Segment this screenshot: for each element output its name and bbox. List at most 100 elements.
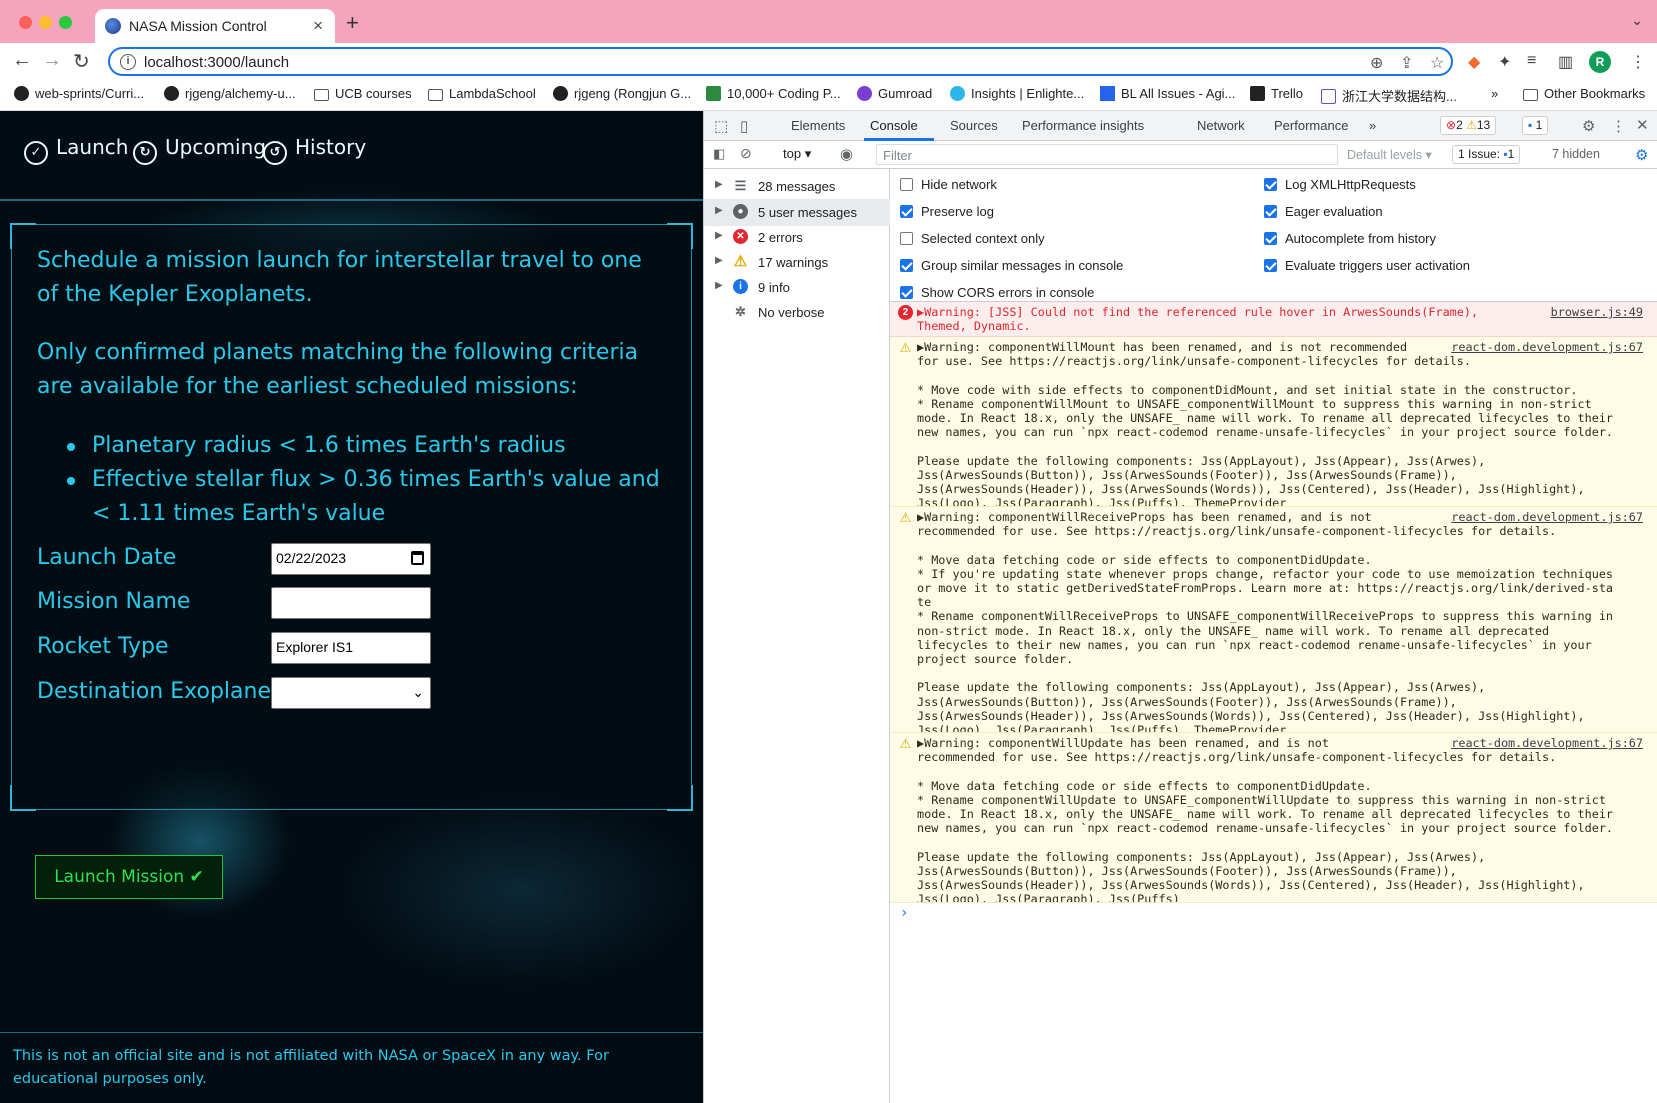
bookmarks-overflow-button[interactable]: » xyxy=(1491,86,1498,101)
nav-history[interactable]: ↺ History xyxy=(263,135,366,165)
calendar-icon[interactable] xyxy=(411,551,424,565)
tab-sources[interactable]: Sources xyxy=(950,118,998,133)
expand-arrow-icon[interactable]: ▶ xyxy=(715,230,723,241)
launch-mission-button[interactable]: Launch Mission ✔ xyxy=(35,855,223,899)
site-info-icon[interactable]: i xyxy=(120,54,136,70)
log-xhr-option[interactable]: Log XMLHttpRequests xyxy=(1264,177,1416,192)
sidebar-item-info[interactable]: ▶ i 9 info xyxy=(704,274,890,301)
inspect-element-icon[interactable]: ⬚ xyxy=(714,117,728,135)
evaluate-triggers-option[interactable]: Evaluate triggers user activation xyxy=(1264,258,1470,273)
autocomplete-option[interactable]: Autocomplete from history xyxy=(1264,231,1436,246)
expand-arrow-icon[interactable]: ▶ xyxy=(715,280,723,291)
console-filter-input[interactable]: Filter xyxy=(876,144,1338,165)
tab-performance[interactable]: Performance xyxy=(1274,118,1348,133)
tab-console[interactable]: Console xyxy=(870,118,918,133)
settings-gear-icon[interactable]: ⚙ xyxy=(1582,117,1595,135)
more-tabs-button[interactable]: » xyxy=(1369,118,1376,133)
bookmark-item[interactable]: web-sprints/Curri... xyxy=(14,86,144,101)
bookmark-item[interactable]: rjgeng (Rongjun G... xyxy=(553,86,691,101)
checkbox[interactable] xyxy=(1264,205,1277,218)
console-warning-message[interactable]: ⚠ ▶Warning: componentWillReceiveProps ha… xyxy=(890,507,1657,733)
checkbox[interactable] xyxy=(900,205,913,218)
checkbox[interactable] xyxy=(900,232,913,245)
log-levels-dropdown[interactable]: Default levels ▾ xyxy=(1347,147,1432,162)
zoom-icon[interactable]: ⊕ xyxy=(1370,53,1383,73)
show-cors-option[interactable]: Show CORS errors in console xyxy=(900,285,1094,300)
sidebar-item-errors[interactable]: ▶ ✕ 2 errors xyxy=(704,224,890,251)
device-toolbar-icon[interactable]: ▯ xyxy=(740,117,748,135)
devtools-menu-icon[interactable]: ⋮ xyxy=(1611,117,1626,135)
url-text[interactable]: localhost:3000/launch xyxy=(144,54,289,71)
expand-arrow-icon[interactable]: ▶ xyxy=(715,205,723,216)
tab-performance-insights[interactable]: Performance insights xyxy=(1022,118,1144,133)
bookmark-item[interactable]: Gumroad xyxy=(857,86,932,101)
expand-arrow-icon[interactable]: ▶ xyxy=(715,179,723,190)
bookmark-item[interactable]: 10,000+ Coding P... xyxy=(706,86,841,101)
sidebar-toggle-icon[interactable]: ◧ xyxy=(713,146,725,162)
launch-date-input[interactable]: 02/22/2023 xyxy=(271,543,431,575)
browser-tab[interactable]: NASA Mission Control × xyxy=(95,9,335,43)
message-source-link[interactable]: react-dom.development.js:67 xyxy=(1451,736,1643,750)
message-source-link[interactable]: react-dom.development.js:67 xyxy=(1451,340,1643,354)
close-devtools-icon[interactable]: ✕ xyxy=(1636,116,1649,134)
bookmark-item[interactable]: Insights | Enlighte... xyxy=(950,86,1084,101)
message-source-link[interactable]: react-dom.development.js:67 xyxy=(1451,510,1643,524)
browser-menu-icon[interactable]: ⋮ xyxy=(1630,52,1646,72)
checkbox[interactable] xyxy=(900,286,913,299)
sidebar-item-verbose[interactable]: ✲ No verbose xyxy=(704,299,890,326)
sidebar-item-user-messages[interactable]: ▶ ● 5 user messages xyxy=(704,199,890,226)
bookmark-folder[interactable]: UCB courses xyxy=(314,86,412,101)
reload-icon[interactable]: ↻ xyxy=(73,49,90,74)
bookmark-item[interactable]: rjgeng/alchemy-u... xyxy=(164,86,296,101)
group-similar-option[interactable]: Group similar messages in console xyxy=(900,258,1123,273)
bookmark-folder[interactable]: LambdaSchool xyxy=(428,86,536,101)
clear-console-icon[interactable]: ⊘ xyxy=(740,145,752,162)
checkbox[interactable] xyxy=(900,259,913,272)
minimize-window-button[interactable] xyxy=(39,16,52,29)
sidebar-item-messages[interactable]: ▶ ☰ 28 messages xyxy=(704,173,890,200)
side-panel-icon[interactable]: ▥ xyxy=(1558,52,1573,72)
extension-brave-icon[interactable]: ◆ xyxy=(1468,52,1480,72)
console-error-message[interactable]: 2 ▶Warning: [JSS] Could not find the ref… xyxy=(890,302,1657,337)
checkbox[interactable] xyxy=(900,178,913,191)
messages-badge[interactable]: ▪ 1 xyxy=(1522,116,1549,135)
bookmark-item[interactable]: 浙江大学数据结构... xyxy=(1321,86,1457,105)
maximize-window-button[interactable] xyxy=(59,16,72,29)
rocket-type-input[interactable]: Explorer IS1 xyxy=(271,632,431,664)
tab-search-chevron-icon[interactable]: ⌄ xyxy=(1631,12,1643,29)
expand-arrow-icon[interactable]: ▶ xyxy=(715,255,723,266)
console-warning-message[interactable]: ⚠ ▶Warning: componentWillUpdate has been… xyxy=(890,733,1657,903)
error-warning-badge[interactable]: ⊗2 ⚠13 xyxy=(1440,116,1497,135)
nav-launch[interactable]: ✓ Launch xyxy=(24,135,128,165)
bookmark-star-icon[interactable]: ☆ xyxy=(1430,53,1444,73)
share-icon[interactable]: ⇪ xyxy=(1400,53,1413,73)
console-warning-message[interactable]: ⚠ ▶Warning: componentWillMount has been … xyxy=(890,337,1657,507)
bookmark-item[interactable]: Trello xyxy=(1250,86,1303,101)
close-tab-icon[interactable]: × xyxy=(313,16,323,36)
other-bookmarks-folder[interactable]: Other Bookmarks xyxy=(1523,86,1645,101)
sidebar-item-warnings[interactable]: ▶ ⚠ 17 warnings xyxy=(704,249,890,276)
selected-context-option[interactable]: Selected context only xyxy=(900,231,1045,246)
message-source-link[interactable]: browser.js:49 xyxy=(1551,305,1643,319)
context-selector[interactable]: top ▾ xyxy=(783,146,811,162)
forward-arrow-icon[interactable]: → xyxy=(42,49,62,72)
tab-elements[interactable]: Elements xyxy=(791,118,845,133)
nav-upcoming[interactable]: ↻ Upcoming xyxy=(133,135,266,165)
destination-select[interactable]: ⌄ xyxy=(271,677,431,709)
console-prompt[interactable]: › xyxy=(900,906,908,920)
new-tab-icon[interactable]: + xyxy=(346,10,359,36)
checkbox[interactable] xyxy=(1264,259,1277,272)
checkbox[interactable] xyxy=(1264,178,1277,191)
back-arrow-icon[interactable]: ← xyxy=(12,49,32,72)
media-control-icon[interactable]: ≡ xyxy=(1527,52,1536,70)
extensions-puzzle-icon[interactable]: ✦ xyxy=(1498,52,1511,72)
mission-name-input[interactable] xyxy=(271,587,431,619)
eager-evaluation-option[interactable]: Eager evaluation xyxy=(1264,204,1383,219)
issues-button[interactable]: 1 Issue: ▪1 xyxy=(1452,145,1521,164)
tab-network[interactable]: Network xyxy=(1197,118,1245,133)
hide-network-option[interactable]: Hide network xyxy=(900,177,997,192)
live-expression-eye-icon[interactable]: ◉ xyxy=(840,145,853,163)
profile-avatar[interactable]: R xyxy=(1589,51,1611,73)
checkbox[interactable] xyxy=(1264,232,1277,245)
close-window-button[interactable] xyxy=(19,16,32,29)
